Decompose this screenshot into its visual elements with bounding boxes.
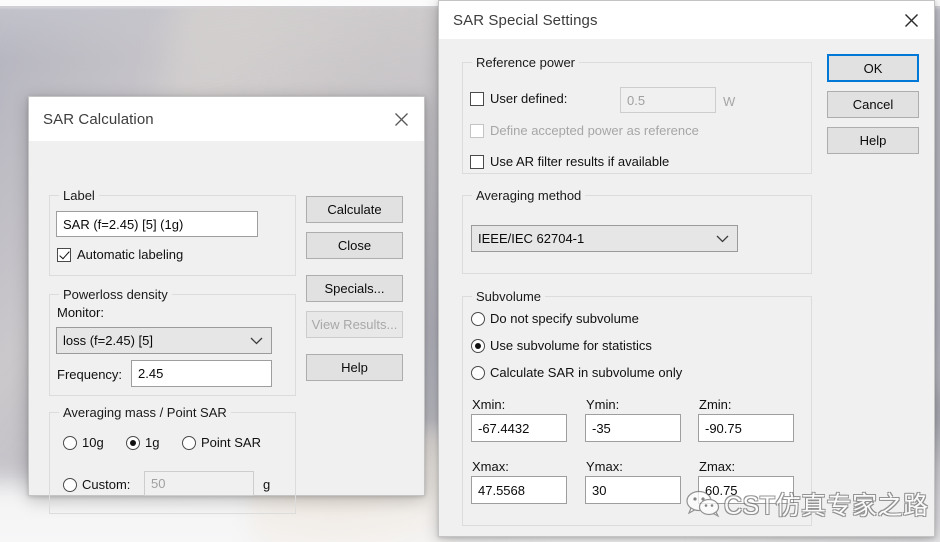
radio-10g[interactable]: 10g — [63, 435, 104, 450]
radio-subvolume-statistics[interactable]: Use subvolume for statistics — [471, 338, 652, 353]
radio-point-sar-label: Point SAR — [201, 435, 261, 450]
radio-subvolume-statistics-label: Use subvolume for statistics — [490, 338, 652, 353]
close-icon[interactable] — [378, 97, 424, 141]
zmax-label: Zmax: — [699, 459, 736, 474]
radio-point-sar[interactable]: Point SAR — [182, 435, 261, 450]
radio-subvolume-only[interactable]: Calculate SAR in subvolume only — [471, 365, 682, 380]
use-ar-filter-checkbox[interactable]: Use AR filter results if available — [470, 154, 669, 169]
define-accepted-power-checkbox: Define accepted power as reference — [470, 123, 699, 138]
powerloss-density-group-title: Powerloss density — [59, 287, 172, 302]
averaging-mass-group: Averaging mass / Point SAR — [49, 405, 296, 514]
monitor-combobox-value: loss (f=2.45) [5] — [63, 333, 153, 348]
chevron-down-icon — [250, 336, 263, 345]
radio-10g-label: 10g — [82, 435, 104, 450]
sar-calculation-titlebar[interactable]: SAR Calculation — [29, 97, 424, 141]
averaging-method-combobox[interactable]: IEEE/IEC 62704-1 — [471, 225, 738, 252]
sar-special-settings-title: SAR Special Settings — [453, 11, 598, 29]
zmin-label: Zmin: — [699, 397, 732, 412]
label-input[interactable]: SAR (f=2.45) [5] (1g) — [56, 211, 258, 237]
xmin-input[interactable]: -67.4432 — [471, 414, 567, 442]
radio-box — [63, 435, 77, 450]
automatic-labeling-label: Automatic labeling — [77, 247, 184, 262]
xmax-label: Xmax: — [472, 459, 509, 474]
sar-special-settings-titlebar[interactable]: SAR Special Settings — [439, 1, 934, 39]
special-settings-help-button[interactable]: Help — [827, 127, 919, 154]
zmin-input[interactable]: -90.75 — [698, 414, 794, 442]
monitor-label: Monitor: — [57, 305, 104, 320]
use-ar-filter-label: Use AR filter results if available — [490, 154, 670, 169]
calculate-button[interactable]: Calculate — [306, 196, 403, 223]
monitor-combobox[interactable]: loss (f=2.45) [5] — [56, 327, 272, 354]
user-defined-power-input[interactable]: 0.5 — [620, 87, 716, 113]
view-results-button: View Results... — [306, 311, 403, 338]
ymin-label: Ymin: — [586, 397, 620, 412]
radio-no-subvolume-label: Do not specify subvolume — [490, 311, 639, 326]
xmax-input[interactable]: 47.5568 — [471, 476, 567, 504]
radio-box — [471, 365, 485, 380]
chevron-down-icon — [716, 234, 729, 243]
custom-mass-input[interactable]: 50 — [144, 471, 254, 496]
averaging-method-group-title: Averaging method — [472, 188, 586, 203]
user-defined-checkbox[interactable]: User defined: — [470, 91, 567, 106]
sar-calculation-dialog: SAR Calculation Label SAR (f=2.45) [5] (… — [28, 96, 425, 514]
close-button[interactable]: Close — [306, 232, 403, 259]
zmax-input[interactable]: 60.75 — [698, 476, 794, 504]
radio-1g-label: 1g — [145, 435, 160, 450]
radio-box — [63, 477, 77, 492]
ymax-label: Ymax: — [586, 459, 623, 474]
averaging-mass-group-title: Averaging mass / Point SAR — [59, 405, 231, 420]
ymin-input[interactable]: -35 — [585, 414, 681, 442]
frequency-label: Frequency: — [57, 367, 123, 382]
checkbox-box — [57, 247, 71, 262]
sar-calculation-title: SAR Calculation — [43, 110, 154, 128]
radio-box — [471, 311, 485, 326]
radio-no-subvolume[interactable]: Do not specify subvolume — [471, 311, 639, 326]
radio-box — [471, 338, 485, 353]
radio-1g[interactable]: 1g — [126, 435, 159, 450]
radio-subvolume-only-label: Calculate SAR in subvolume only — [490, 365, 683, 380]
ymax-input[interactable]: 30 — [585, 476, 681, 504]
checkbox-box — [470, 123, 484, 138]
help-button[interactable]: Help — [306, 354, 403, 381]
radio-custom-label: Custom: — [82, 477, 131, 492]
label-group-title: Label — [59, 188, 99, 203]
frequency-input[interactable]: 2.45 — [131, 360, 272, 387]
sar-special-settings-dialog: SAR Special Settings Reference power Use… — [438, 0, 935, 537]
subvolume-group-title: Subvolume — [472, 289, 546, 304]
xmin-label: Xmin: — [472, 397, 506, 412]
automatic-labeling-checkbox[interactable]: Automatic labeling — [57, 247, 183, 262]
ok-button[interactable]: OK — [827, 54, 919, 82]
define-accepted-power-label: Define accepted power as reference — [490, 123, 699, 138]
specials-button[interactable]: Specials... — [306, 275, 403, 302]
power-unit-label: W — [723, 94, 736, 109]
cancel-button[interactable]: Cancel — [827, 91, 919, 118]
checkbox-box — [470, 154, 484, 169]
radio-custom[interactable]: Custom: — [63, 477, 130, 492]
checkbox-box — [470, 91, 484, 106]
radio-box — [182, 435, 196, 450]
averaging-method-value: IEEE/IEC 62704-1 — [478, 231, 585, 246]
reference-power-group-title: Reference power — [472, 55, 579, 70]
radio-box — [126, 435, 140, 450]
user-defined-label: User defined: — [490, 91, 568, 106]
custom-mass-unit: g — [263, 477, 271, 492]
close-icon[interactable] — [888, 1, 934, 39]
